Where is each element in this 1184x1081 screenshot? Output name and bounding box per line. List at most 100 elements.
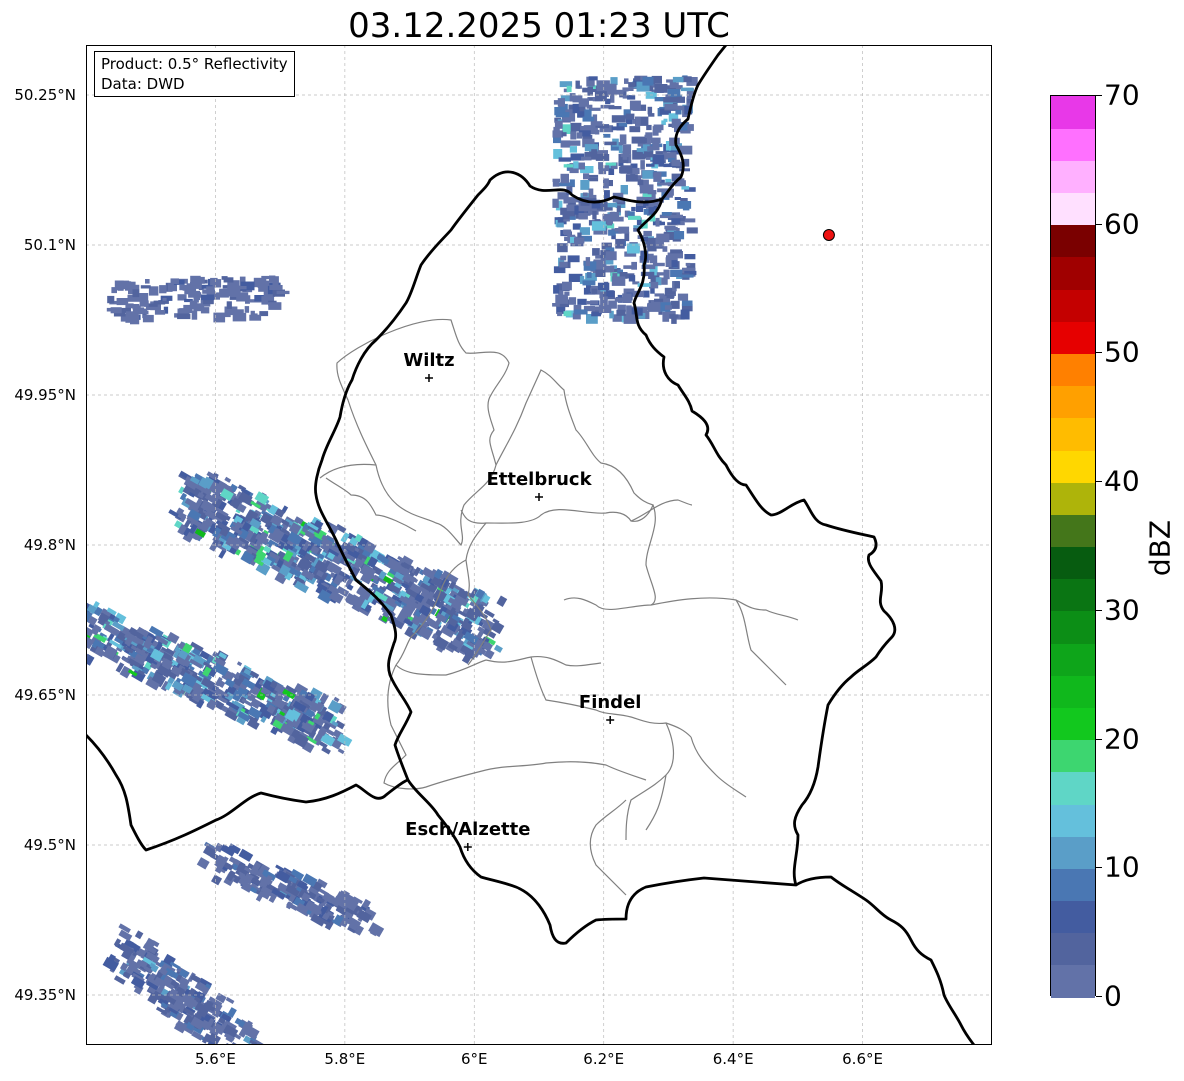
colorbar-segment bbox=[1051, 739, 1095, 773]
radar-map[interactable] bbox=[86, 45, 992, 1045]
radar-echo-pixel bbox=[681, 274, 694, 278]
radar-echo-pixel bbox=[238, 848, 254, 862]
radar-echo-pixel bbox=[117, 286, 124, 291]
radar-echo-pixel bbox=[623, 314, 637, 324]
radar-echo-pixel bbox=[687, 124, 694, 131]
radar-echo-pixel bbox=[603, 133, 611, 138]
radar-echo-pixel bbox=[567, 255, 580, 263]
colorbar-segment bbox=[1051, 578, 1095, 612]
radar-echo-pixel bbox=[624, 78, 629, 84]
radar-echo-pixel bbox=[193, 290, 200, 301]
radar-echo-pixel bbox=[608, 229, 616, 236]
radar-echo-pixel bbox=[588, 174, 599, 178]
radar-echo-pixel bbox=[566, 140, 581, 146]
radar-echo-pixel bbox=[663, 97, 677, 103]
radar-echo-pixel bbox=[134, 930, 144, 940]
radar-echoes bbox=[86, 75, 698, 1045]
radar-echo-pixel bbox=[608, 106, 622, 110]
radar-echo-pixel bbox=[276, 290, 290, 295]
radar-echo-pixel bbox=[236, 1044, 250, 1045]
radar-echo-pixel bbox=[244, 295, 251, 301]
radar-echo-pixel bbox=[559, 261, 568, 268]
radar-echo-pixel bbox=[144, 310, 149, 315]
radar-echo-pixel bbox=[628, 82, 636, 87]
colorbar-segment bbox=[1051, 385, 1095, 419]
radar-echo-pixel bbox=[588, 177, 599, 182]
colorbar-tick-label: 10 bbox=[1104, 850, 1140, 884]
radar-echo-pixel bbox=[116, 298, 129, 306]
radar-echo-pixel bbox=[553, 126, 560, 135]
lat-tick-label: 49.95°N bbox=[14, 386, 76, 404]
colorbar-tick-label: 60 bbox=[1104, 207, 1140, 241]
radar-echo-pixel bbox=[560, 173, 569, 184]
radar-echo-pixel bbox=[569, 146, 577, 153]
radar-echo-pixel bbox=[244, 306, 250, 313]
germany-france-border bbox=[86, 734, 409, 852]
radar-echo-pixel bbox=[606, 290, 614, 297]
radar-echo-pixel bbox=[563, 198, 570, 204]
info-data-source: Data: DWD bbox=[101, 75, 185, 93]
map-canvas[interactable] bbox=[86, 45, 992, 1045]
radar-echo-pixel bbox=[629, 100, 641, 111]
colorbar-segment bbox=[1051, 964, 1095, 998]
radar-echo-pixel bbox=[628, 215, 641, 220]
radar-echo-pixel bbox=[557, 312, 563, 317]
canton-border bbox=[645, 736, 747, 831]
radar-echo-pixel bbox=[670, 300, 680, 309]
colorbar-segment bbox=[1051, 610, 1095, 644]
radar-echo-pixel bbox=[568, 297, 577, 305]
radar-echo-pixel bbox=[224, 476, 232, 483]
colorbar-tick bbox=[1096, 996, 1102, 997]
radar-echo-pixel bbox=[552, 303, 560, 307]
radar-echo-pixel bbox=[140, 285, 151, 289]
radar-echo-pixel bbox=[654, 298, 664, 302]
radar-echo-pixel bbox=[590, 121, 603, 126]
lat-tick-label: 49.5°N bbox=[23, 836, 76, 854]
radar-echo-pixel bbox=[588, 76, 598, 81]
radar-echo-pixel bbox=[643, 151, 654, 158]
radar-echo-pixel bbox=[210, 277, 218, 286]
colorbar-tick-label: 50 bbox=[1104, 335, 1140, 369]
canton-border bbox=[383, 664, 647, 790]
radar-echo-pixel bbox=[604, 141, 617, 146]
radar-echo-pixel bbox=[566, 85, 572, 93]
radar-echo-pixel bbox=[674, 281, 680, 289]
radar-echo-pixel bbox=[582, 280, 596, 286]
radar-echo-pixel bbox=[578, 98, 589, 107]
radar-echo-pixel bbox=[681, 87, 694, 92]
radar-echo-pixel bbox=[560, 255, 567, 261]
colorbar-segment bbox=[1051, 289, 1095, 322]
radar-echo-pixel bbox=[623, 265, 633, 269]
info-box: Product: 0.5° Reflectivity Data: DWD bbox=[94, 51, 295, 97]
radar-echo-pixel bbox=[671, 159, 681, 166]
radar-echo-pixel bbox=[553, 285, 560, 294]
radar-echo-pixel bbox=[618, 145, 623, 154]
radar-echo-pixel bbox=[650, 255, 658, 264]
canton-border bbox=[563, 499, 693, 610]
lon-tick-label: 6.4°E bbox=[712, 1050, 754, 1068]
radar-echo-pixel bbox=[615, 238, 625, 249]
colorbar-segment bbox=[1051, 868, 1095, 902]
radar-echo-pixel bbox=[650, 137, 661, 144]
info-product: Product: 0.5° Reflectivity bbox=[101, 55, 288, 73]
radar-echo-pixel bbox=[684, 218, 696, 223]
lat-tick-label: 50.25°N bbox=[14, 86, 76, 104]
lon-tick-label: 6.2°E bbox=[583, 1050, 625, 1068]
radar-echo-pixel bbox=[254, 279, 260, 286]
radar-echo-pixel bbox=[563, 164, 573, 168]
colorbar-tick bbox=[1096, 738, 1102, 740]
colorbar-segment bbox=[1051, 192, 1095, 226]
radar-echo-pixel bbox=[191, 310, 198, 320]
radar-echo-pixel bbox=[586, 272, 592, 278]
radar-echo-pixel bbox=[614, 228, 621, 232]
radar-echo-pixel bbox=[642, 76, 654, 86]
radar-echo-pixel bbox=[594, 91, 607, 102]
radar-echo-pixel bbox=[610, 89, 624, 95]
radar-echo-pixel bbox=[558, 157, 571, 162]
radar-echo-pixel bbox=[677, 293, 689, 301]
radar-echo-pixel bbox=[686, 227, 698, 234]
radar-echo-pixel bbox=[663, 118, 668, 123]
radar-echo-pixel bbox=[664, 225, 676, 230]
lon-tick-label: 6.6°E bbox=[842, 1050, 883, 1068]
radar-echo-pixel bbox=[618, 142, 624, 146]
